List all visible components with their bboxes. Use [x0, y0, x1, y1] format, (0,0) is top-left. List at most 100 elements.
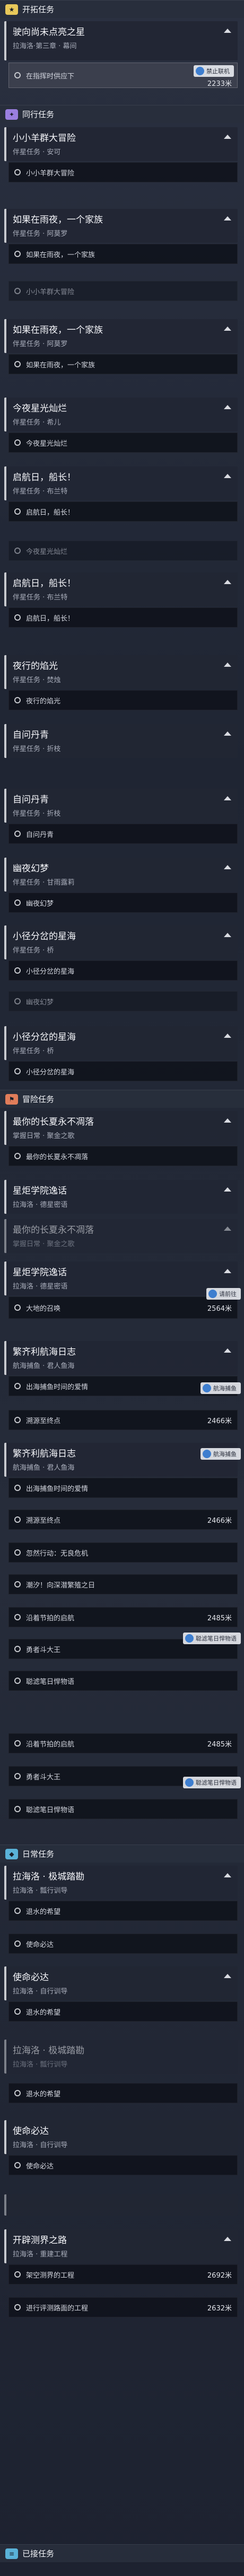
quest-title: 最你的长夏永不凋落: [13, 1225, 94, 1236]
quest-step[interactable]: 使命必达: [8, 1934, 238, 1954]
quest-subtitle: 伴星任务 · 阿莫罗: [13, 340, 68, 349]
star-icon: ★: [5, 4, 18, 15]
quest-panel: ★ 开拓任务 驶向尚未点亮之星 拉海洛·第三章 · 幕间 在指挥时供应下 禁止联…: [0, 0, 244, 2576]
quest-step[interactable]: 今夜星光灿烂: [8, 433, 238, 453]
circle-icon: [14, 1417, 21, 1423]
quest-card[interactable]: 启航日，船长！ 伴星任务 · 布兰特: [4, 572, 238, 606]
chevron-up-icon[interactable]: [224, 1227, 231, 1231]
quest-step[interactable]: 沿着节拍的启航 2485米: [8, 1733, 238, 1753]
quest-card[interactable]: 最你的长夏永不凋落 掌握日常 · 聚金之歌: [4, 1111, 238, 1145]
hint-badge: 请前往: [206, 1288, 241, 1300]
quest-card[interactable]: 星炬学院逸话 拉海洛 · 德星密语: [4, 1180, 238, 1214]
quest-card[interactable]: 小径分岔的星海 伴星任务 · 桥: [4, 925, 238, 959]
chevron-up-icon[interactable]: [224, 1873, 231, 1877]
quest-step[interactable]: 夜行的焰光: [8, 690, 238, 710]
boat-icon: [203, 1450, 211, 1458]
quest-card[interactable]: 自问丹青 伴星任务 · 折枝: [4, 724, 238, 758]
quest-card[interactable]: 最你的长夏永不凋落 掌握日常 · 聚金之歌: [4, 1219, 238, 1253]
step-text: 在指挥时供应下: [26, 72, 75, 81]
quest-card[interactable]: 拉海洛 · 极城踏勘 拉海洛 · 瓢行训导: [4, 1866, 238, 1900]
quest-card[interactable]: [4, 2194, 238, 2216]
quest-card[interactable]: 如果在雨夜，一个家族 伴星任务 · 阿莫罗: [4, 209, 238, 243]
quest-step[interactable]: 进行评测路面的工程 2632米: [8, 2297, 238, 2317]
section-trailblaze[interactable]: ★ 开拓任务: [0, 0, 244, 18]
chevron-up-icon[interactable]: [224, 474, 231, 478]
section-companion[interactable]: ✦ 同行任务: [0, 105, 244, 123]
quest-step[interactable]: 退水的希望: [8, 2083, 238, 2103]
chevron-up-icon[interactable]: [224, 216, 231, 220]
chevron-up-icon[interactable]: [224, 1034, 231, 1038]
chevron-up-icon[interactable]: [224, 933, 231, 937]
section-daily[interactable]: ◆ 日常任务: [0, 1845, 244, 1863]
circle-icon: [14, 1068, 21, 1074]
circle-icon: [14, 2008, 21, 2015]
quest-step[interactable]: 小径分岔的星海: [8, 960, 238, 981]
quest-step[interactable]: 小小羊群大冒险: [8, 162, 238, 182]
quest-step[interactable]: 聪滤笔日悍物语: [8, 1799, 238, 1819]
chevron-up-icon[interactable]: [224, 327, 231, 331]
quest-card[interactable]: 夜行的焰光 伴星任务 · 焚烛: [4, 655, 238, 689]
chevron-up-icon[interactable]: [224, 580, 231, 584]
quest-card[interactable]: 小小羊群大冒险 伴星任务 · 安可: [4, 127, 238, 161]
quest-card[interactable]: 繁齐利航海日志 航海捕鱼 · 君人鱼海: [4, 1341, 238, 1375]
chevron-up-icon[interactable]: [224, 1187, 231, 1192]
quest-step[interactable]: 退水的希望: [8, 2001, 238, 2022]
quest-title: 启航日，船长！: [13, 472, 76, 483]
quest-card[interactable]: 驶向尚未点亮之星 拉海洛·第三章 · 幕间: [4, 21, 238, 60]
quest-step[interactable]: 溯源至终点 2466米: [8, 1510, 238, 1530]
chevron-up-icon[interactable]: [224, 29, 231, 33]
quest-step[interactable]: 如果在雨夜，一个家族: [8, 354, 238, 374]
circle-icon: [14, 1581, 21, 1587]
quest-card[interactable]: 启航日，船长！ 伴星任务 · 布兰特: [4, 466, 238, 500]
quest-step[interactable]: 使命必达: [8, 2155, 238, 2175]
quest-card[interactable]: 使命必达 拉海洛 · 自行训导: [4, 2120, 238, 2154]
quest-step[interactable]: 退水的希望: [8, 1901, 238, 1921]
chevron-up-icon[interactable]: [224, 663, 231, 667]
quest-card[interactable]: 星炬学院逸话 拉海洛 · 德星密语: [4, 1261, 238, 1295]
quest-step[interactable]: 自问丹青: [8, 824, 238, 844]
quest-card[interactable]: 幽夜幻梦 伴星任务 · 甘雨露莉: [4, 858, 238, 892]
quest-step[interactable]: 潮汐！向深潜繁殖之日: [8, 1574, 238, 1594]
quest-step[interactable]: 在指挥时供应下 禁止联机 2233米: [8, 63, 238, 88]
quest-card[interactable]: 自问丹青 伴星任务 · 折枝: [4, 789, 238, 823]
quest-step[interactable]: 出海捕鱼时间的爱情: [8, 1478, 238, 1498]
quest-card[interactable]: 拉海洛 · 极城踏勘 拉海洛 · 瓢行训导: [4, 2040, 238, 2074]
step-text: 沿着节拍的启航: [26, 1614, 75, 1622]
quest-step[interactable]: 溯源至终点 2466米: [8, 1410, 238, 1430]
calendar-icon: ◆: [5, 1848, 18, 1859]
quest-step[interactable]: 启航日，船长！: [8, 501, 238, 522]
quest-step[interactable]: 沿着节拍的启航 2485米: [8, 1607, 238, 1627]
quest-card[interactable]: 今夜星光灿烂 伴星任务 · 希儿: [4, 398, 238, 431]
chevron-up-icon[interactable]: [224, 865, 231, 869]
badge-label: 航海捕鱼: [213, 1451, 237, 1458]
quest-step[interactable]: 架空测界的工程 2692米: [8, 2264, 238, 2284]
person-icon: [208, 1290, 217, 1298]
quest-step[interactable]: 幽夜幻梦: [8, 991, 238, 1011]
quest-step[interactable]: 聪滤笔日悍物语: [8, 1671, 238, 1691]
quest-step[interactable]: 小小羊群大冒险: [8, 281, 238, 301]
chevron-up-icon[interactable]: [224, 405, 231, 409]
quest-step[interactable]: 启航日，船长！: [8, 607, 238, 628]
quest-step[interactable]: 最你的长夏永不凋落: [8, 1146, 238, 1166]
chevron-up-icon[interactable]: [224, 1974, 231, 1978]
section-accepted[interactable]: ≡ 已接任务: [0, 2544, 244, 2562]
quest-card[interactable]: 开辟测界之路 拉海洛 · 重建工程: [4, 2229, 238, 2263]
quest-card[interactable]: 小径分岔的星海 伴星任务 · 桥: [4, 1026, 238, 1060]
quest-card[interactable]: 使命必达 拉海洛 · 自行训导: [4, 1966, 238, 2000]
quest-step[interactable]: 幽夜幻梦: [8, 893, 238, 913]
chevron-up-icon[interactable]: [224, 2237, 231, 2241]
section-adventure[interactable]: ⚑ 冒险任务: [0, 1090, 244, 1108]
chevron-up-icon[interactable]: [224, 1348, 231, 1353]
step-text: 沿着节拍的启航: [26, 1740, 75, 1749]
chevron-up-icon[interactable]: [224, 1269, 231, 1273]
quest-step[interactable]: 今夜星光灿烂: [8, 541, 238, 561]
chevron-up-icon[interactable]: [224, 731, 231, 736]
quest-step[interactable]: 小径分岔的星海: [8, 1061, 238, 1081]
chevron-up-icon[interactable]: [224, 135, 231, 139]
chevron-up-icon[interactable]: [224, 796, 231, 800]
quest-step[interactable]: 如果在雨夜，一个家族: [8, 244, 238, 264]
chevron-up-icon[interactable]: [224, 1118, 231, 1123]
quest-step[interactable]: 忽然行动：无良危机: [8, 1542, 238, 1563]
quest-step[interactable]: 大地的召唤 2564米: [8, 1296, 238, 1319]
quest-card[interactable]: 如果在雨夜，一个家族 伴星任务 · 阿莫罗: [4, 319, 238, 353]
